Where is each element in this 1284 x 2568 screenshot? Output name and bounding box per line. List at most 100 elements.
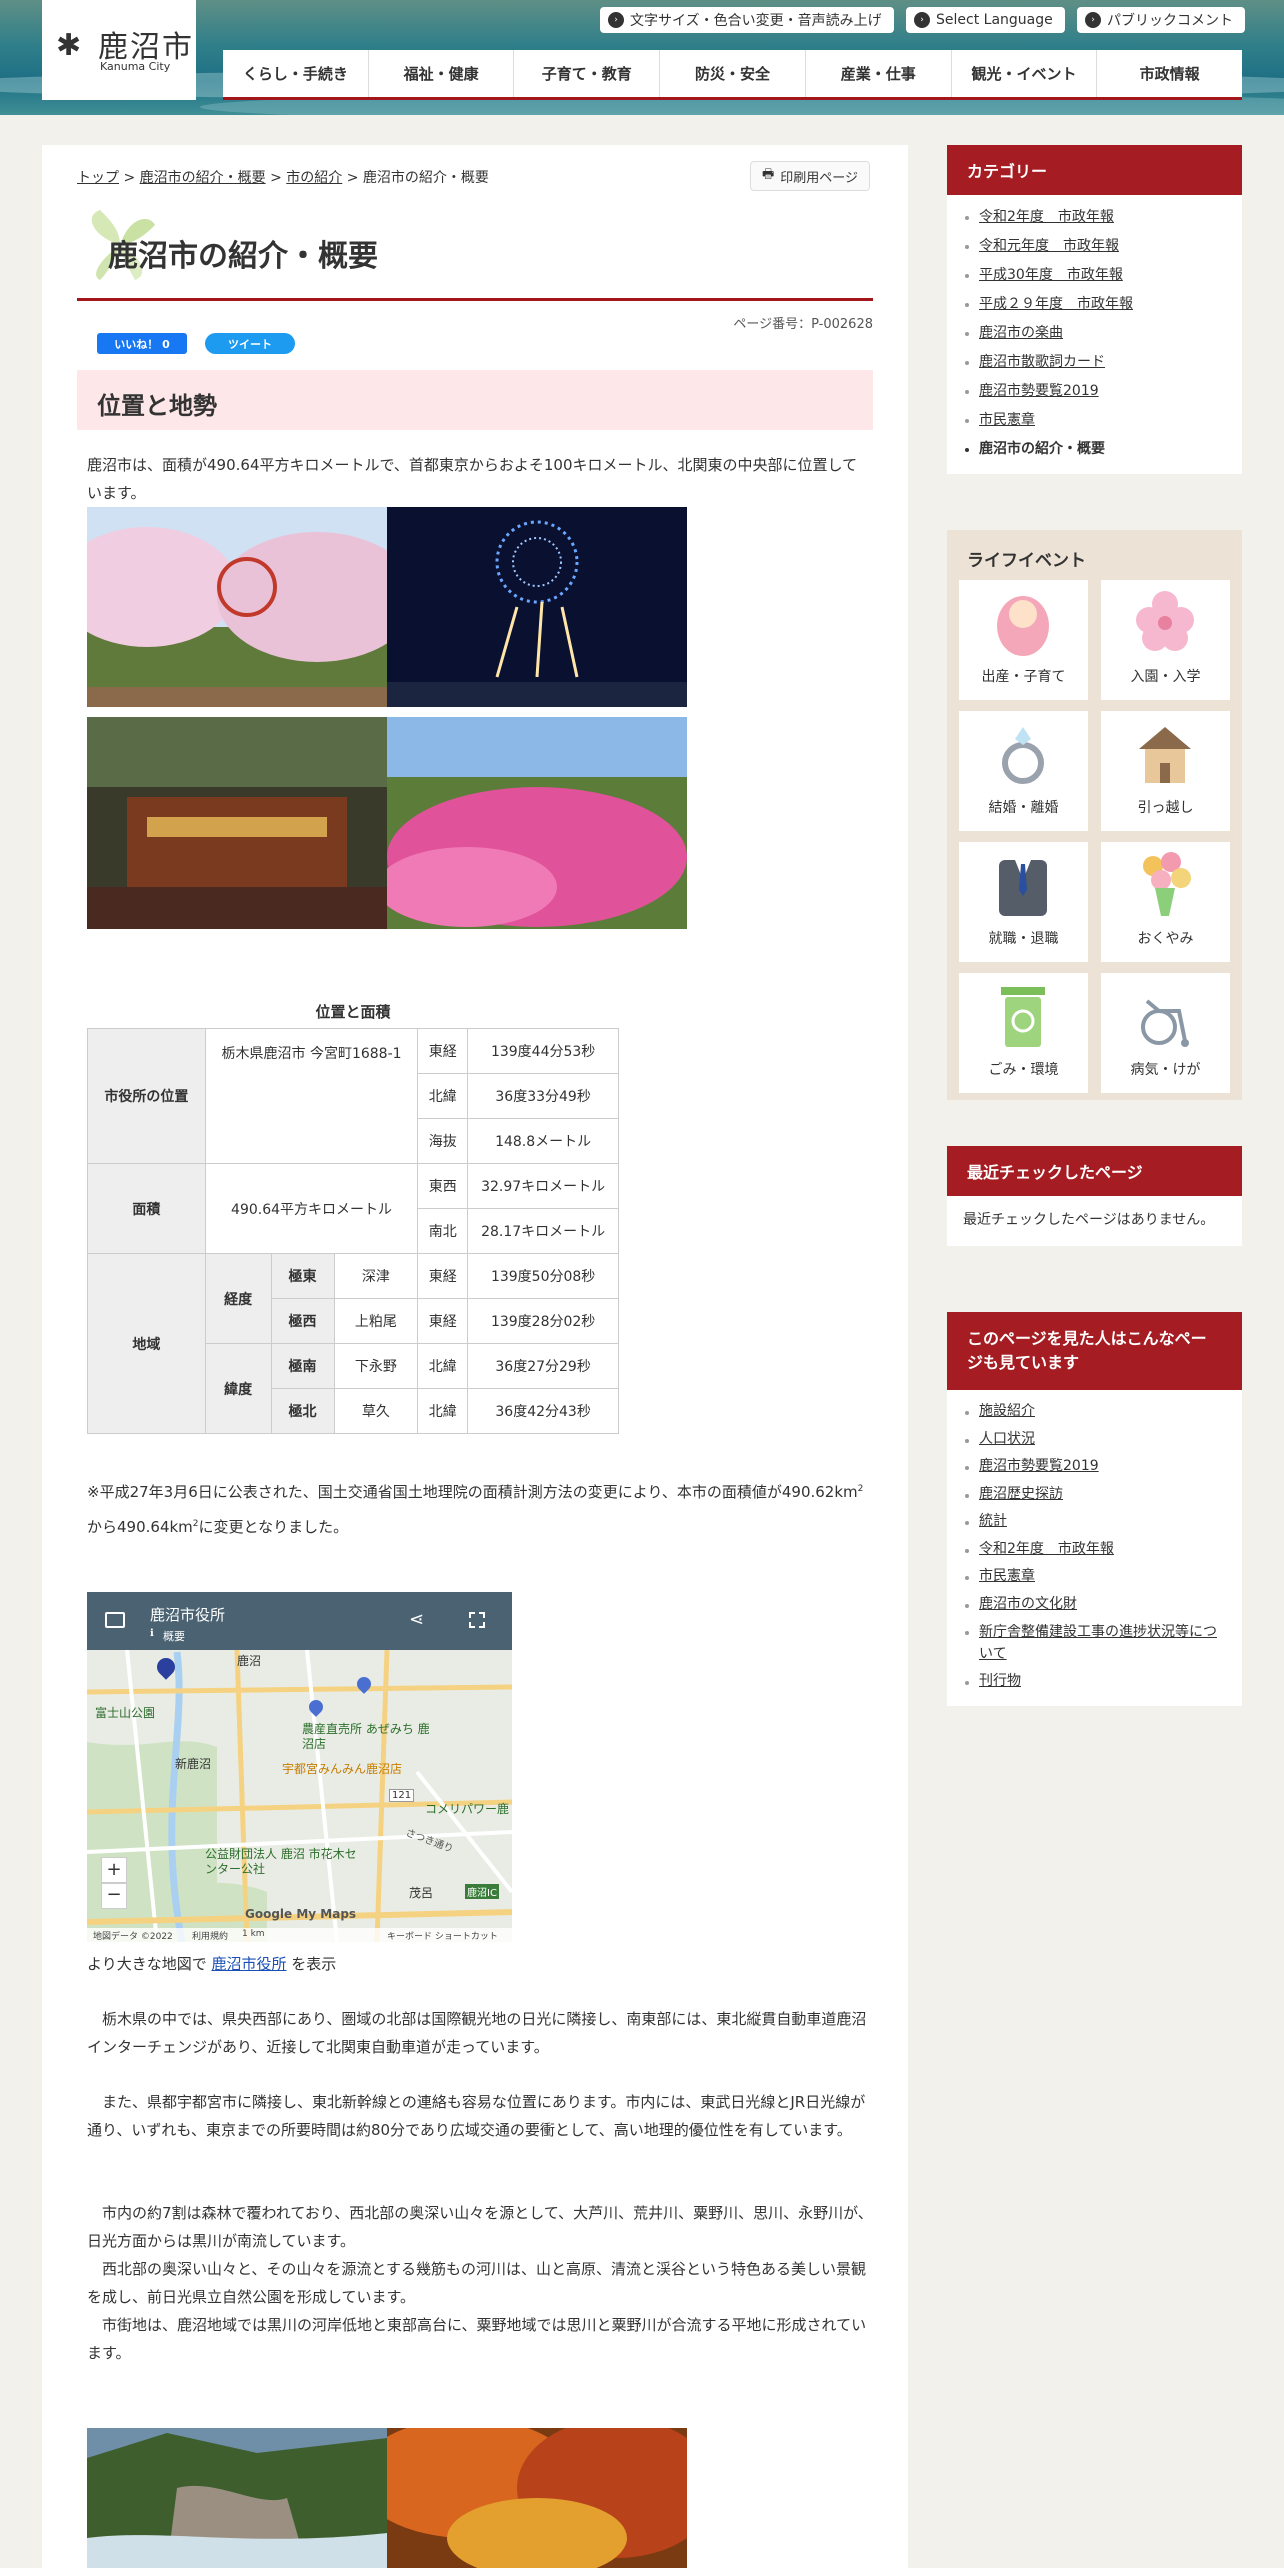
life-condolence-tile[interactable]: おくやみ [1101,842,1230,962]
breadcrumb-intro[interactable]: 市の紹介 [286,170,342,186]
map-attribution-bar: 地図データ ©2022 利用規約 1 km キーボード ショートカット [87,1928,512,1942]
category-item[interactable]: 令和元年度 市政年報 [963,232,1226,261]
map-header: 鹿沼市役所 ℹ 概要 ⋖ [87,1592,512,1650]
related-item[interactable]: 鹿沼市勢要覧2019 [963,1453,1226,1481]
print-button[interactable]: 🖶 印刷用ページ [750,161,870,191]
category-label: 令和元年度 市政年報 [979,238,1119,254]
nav-kosodate[interactable]: 子育て・教育 [514,50,661,97]
wheelchair-icon [1141,999,1189,1047]
nav-kurashi[interactable]: くらし・手続き [223,50,369,97]
baby-icon [997,596,1049,656]
related-item[interactable]: 統計 [963,1508,1226,1536]
section-heading: 位置と地勢 [77,370,873,430]
category-item[interactable]: 鹿沼市勢要覧2019 [963,377,1226,406]
table-key: 東西 [417,1163,469,1209]
fullscreen-icon[interactable] [469,1612,485,1628]
nav-kankou[interactable]: 観光・イベント [952,50,1098,97]
note-sup: 2 [857,1484,864,1494]
zoom-in-button[interactable]: + [101,1857,127,1883]
table-key: 北緯 [417,1073,469,1119]
category-label: 鹿沼市散歌詞カード [979,354,1105,370]
related-item[interactable]: 令和2年度 市政年報 [963,1536,1226,1564]
category-item[interactable]: 平成30年度 市政年報 [963,261,1226,290]
table-key: 海抜 [417,1118,469,1164]
table-value: 28.17キロメートル [467,1208,619,1254]
zoom-out-button[interactable]: − [101,1883,127,1909]
breadcrumb-current: 鹿沼市の紹介・概要 [362,170,489,186]
tile-label: 引っ越し [1137,800,1194,816]
map-large-link[interactable]: 鹿沼市役所 [211,1955,286,1973]
map-label-market: 農産直売所 あぜみち 鹿沼店 [302,1722,430,1751]
table-key: 東経 [417,1028,469,1074]
life-school-tile[interactable]: 入園・入学 [1101,580,1230,700]
life-moving-tile[interactable]: 引っ越し [1101,711,1230,831]
note-text-end: に変更となりました。 [198,1518,349,1536]
category-item[interactable]: 令和2年度 市政年報 [963,203,1226,232]
share-icon[interactable]: ⋖ [409,1609,424,1630]
category-item[interactable]: 鹿沼市散歌詞カード [963,348,1226,377]
recent-pages-title: 最近チェックしたページ [947,1146,1242,1196]
ring-icon [1002,727,1044,784]
extreme-dir: 極南 [270,1343,335,1389]
extreme-dir: 極北 [270,1388,335,1434]
intro-text: 鹿沼市は、面積が490.64平方キロメートルで、首都東京からおよそ100キロメー… [87,456,858,502]
select-language-link[interactable]: › Select Language [906,7,1065,33]
breadcrumb-overview[interactable]: 鹿沼市の紹介・概要 [140,170,266,186]
note-text: ※平成27年3月6日に公表された、国土交通省国土地理院の面積計測方法の変更により… [87,1483,782,1501]
category-item[interactable]: 平成２９年度 市政年報 [963,290,1226,319]
life-environment-tile[interactable]: ごみ・環境 [959,973,1088,1093]
related-item[interactable]: 新庁舎整備建設工事の進捗状況等について [963,1618,1226,1668]
life-birth-tile[interactable]: 出産・子育て [959,580,1088,700]
table-value: 139度50分08秒 [467,1253,619,1299]
facebook-like-button[interactable]: いいね！ 0 [97,333,187,354]
table-caption: 位置と面積 [315,1003,391,1021]
life-marriage-tile[interactable]: 結婚・離婚 [959,711,1088,831]
related-label: 新庁舎整備建設工事の進捗状況等について [979,1624,1217,1662]
related-item[interactable]: 鹿沼歴史探訪 [963,1481,1226,1509]
public-comment-link[interactable]: › パブリックコメント [1077,7,1245,33]
area-value: 490.64平方キロメートル [204,1163,419,1254]
category-label: 鹿沼市勢要覧2019 [979,383,1099,399]
page-number: ページ番号：P-002628 [733,317,873,332]
body-paragraph: 市内の約7割は森林で覆われており、西北部の奥深い山々を源として、大芦川、荒井川、… [87,2204,873,2250]
river-gorge-photo [87,2428,387,2568]
body-paragraph: 栃木県の中では、県央西部にあり、圏域の北部は国際観光地の日光に隣接し、南東部には… [87,2010,867,2056]
breadcrumb-sep: > [342,170,363,186]
nav-bousai[interactable]: 防災・安全 [660,50,806,97]
nav-sangyou[interactable]: 産業・仕事 [806,50,952,97]
print-label: 印刷用ページ [780,170,859,186]
related-item[interactable]: 刊行物 [963,1668,1226,1696]
area-label: 面積 [87,1163,206,1254]
nav-shisei[interactable]: 市政情報 [1097,50,1242,97]
life-illness-tile[interactable]: 病気・けが [1101,973,1230,1093]
related-item[interactable]: 施設紹介 [963,1398,1226,1426]
category-item[interactable]: 鹿沼市の楽曲 [963,319,1226,348]
category-item[interactable]: 市民憲章 [963,406,1226,435]
breadcrumb-sep: > [119,170,140,186]
life-job-tile[interactable]: 就職・退職 [959,842,1088,962]
related-item[interactable]: 鹿沼市の文化財 [963,1591,1226,1619]
map-shortcuts-link[interactable]: キーボード ショートカット [387,1929,498,1942]
related-item[interactable]: 市民憲章 [963,1563,1226,1591]
breadcrumb-top[interactable]: トップ [77,170,119,186]
category-label: 市民憲章 [979,412,1035,428]
map-terms-link[interactable]: 利用規約 [192,1929,228,1942]
related-label: 刊行物 [979,1673,1021,1689]
accessibility-link[interactable]: › 文字サイズ・色合い変更・音声読み上げ [600,7,894,33]
embedded-map[interactable]: 鹿沼市役所 ℹ 概要 ⋖ 富士山公園 新鹿沼 農産直売所 あぜみち 鹿沼店 宇都… [87,1592,512,1942]
tweet-button[interactable]: ツイート [205,333,295,354]
area-change-note: ※平成27年3月6日に公表された、国土交通省国土地理院の面積計測方法の変更により… [87,1473,877,1543]
language-label: Select Language [936,12,1053,28]
accessibility-label: 文字サイズ・色合い変更・音声読み上げ [630,13,882,29]
category-list: 令和2年度 市政年報 令和元年度 市政年報 平成30年度 市政年報 平成２９年度… [947,195,1242,474]
tile-label: おくやみ [1137,931,1194,947]
map-caption-text: より大きな地図で [87,1955,212,1973]
related-item[interactable]: 人口状況 [963,1426,1226,1454]
sidebar-toggle-icon[interactable] [105,1612,125,1628]
site-logo[interactable]: ✱ 鹿沼市 Kanuma City [42,0,196,100]
category-label: 平成２９年度 市政年報 [979,296,1133,312]
arrow-icon: › [914,12,930,28]
cherry-blossom-icon [1136,591,1194,651]
nav-fukushi[interactable]: 福祉・健康 [369,50,515,97]
azalea-hill-photo [387,717,687,929]
